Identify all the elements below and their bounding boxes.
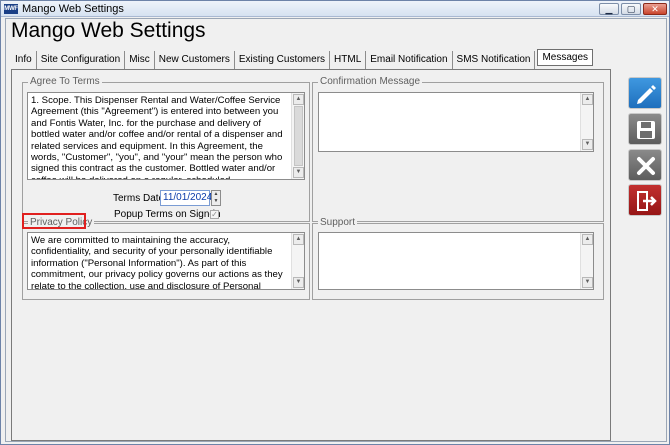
scroll-down-arrow-icon[interactable]: ▼ [293, 167, 304, 178]
terms-date-label: Terms Date [113, 193, 165, 204]
agree-to-terms-label: Agree To Terms [28, 76, 102, 87]
window-title: Mango Web Settings [22, 3, 124, 15]
scroll-up-arrow-icon[interactable]: ▲ [293, 94, 304, 105]
edit-button[interactable] [628, 77, 662, 109]
confirmation-message-scrollbar[interactable]: ▲ ▼ [580, 93, 593, 151]
support-textarea[interactable]: ▲ ▼ [318, 232, 594, 290]
spin-down-icon[interactable]: ▼ [212, 198, 220, 205]
support-label: Support [318, 217, 358, 228]
tab-info[interactable]: Info [11, 51, 37, 69]
agree-to-terms-textarea[interactable]: 1. Scope. This Dispenser Rental and Wate… [27, 92, 305, 180]
support-group: Support ▲ ▼ [312, 217, 604, 300]
privacy-policy-text: We are committed to maintaining the accu… [31, 235, 283, 290]
popup-terms-label: Popup Terms on Sign-in [114, 209, 221, 220]
save-button[interactable] [628, 113, 662, 145]
scroll-down-arrow-icon[interactable]: ▼ [293, 277, 304, 288]
privacy-policy-group: Privacy Policy We are committed to maint… [22, 217, 310, 300]
agree-to-terms-scrollbar[interactable]: ▲ ▼ [291, 93, 304, 179]
tab-sms-notification[interactable]: SMS Notification [453, 51, 536, 69]
page-title: Mango Web Settings [11, 19, 206, 42]
scroll-down-arrow-icon[interactable]: ▼ [582, 139, 593, 150]
tab-strip: Info Site Configuration Misc New Custome… [11, 49, 594, 69]
terms-date-input[interactable]: 11/01/2024 [160, 190, 212, 206]
tab-messages[interactable]: Messages [537, 49, 594, 66]
scroll-up-arrow-icon[interactable]: ▲ [582, 234, 593, 245]
agree-to-terms-text: 1. Scope. This Dispenser Rental and Wate… [31, 95, 283, 179]
tab-new-customers[interactable]: New Customers [155, 51, 235, 69]
confirmation-message-group: Confirmation Message ▲ ▼ [312, 76, 604, 222]
cancel-button[interactable] [628, 149, 662, 181]
tab-html[interactable]: HTML [330, 51, 367, 69]
title-bar: MWF Mango Web Settings ▁ ▢ ✕ [1, 1, 669, 17]
app-window: MWF Mango Web Settings ▁ ▢ ✕ Mango Web S… [0, 0, 670, 445]
tab-misc[interactable]: Misc [125, 51, 155, 69]
maximize-button[interactable]: ▢ [621, 3, 641, 15]
scroll-thumb[interactable] [294, 106, 303, 166]
support-scrollbar[interactable]: ▲ ▼ [580, 233, 593, 289]
tab-site-configuration[interactable]: Site Configuration [37, 51, 126, 69]
minimize-button[interactable]: ▁ [599, 3, 619, 15]
exit-door-icon [637, 191, 657, 211]
floppy-disk-icon [637, 121, 655, 139]
agree-to-terms-group: Agree To Terms 1. Scope. This Dispenser … [22, 76, 310, 222]
scroll-up-arrow-icon[interactable]: ▲ [582, 94, 593, 105]
app-logo-icon: MWF [4, 4, 18, 14]
messages-panel: Agree To Terms 1. Scope. This Dispenser … [11, 69, 611, 441]
confirmation-message-textarea[interactable]: ▲ ▼ [318, 92, 594, 152]
tab-existing-customers[interactable]: Existing Customers [235, 51, 331, 69]
confirmation-message-label: Confirmation Message [318, 76, 423, 87]
scroll-up-arrow-icon[interactable]: ▲ [293, 234, 304, 245]
x-icon [637, 157, 655, 175]
privacy-policy-scrollbar[interactable]: ▲ ▼ [291, 233, 304, 289]
tab-email-notification[interactable]: Email Notification [366, 51, 453, 69]
client-area: Mango Web Settings Info Site Configurati… [5, 18, 667, 442]
scroll-down-arrow-icon[interactable]: ▼ [582, 277, 593, 288]
exit-button[interactable] [628, 184, 662, 216]
pencil-icon [637, 85, 656, 104]
close-window-button[interactable]: ✕ [643, 3, 667, 15]
terms-date-spinner[interactable]: ▲ ▼ [211, 190, 221, 206]
popup-terms-checkbox[interactable]: ✓ [210, 210, 219, 219]
privacy-policy-highlight-box [22, 213, 86, 229]
spin-up-icon[interactable]: ▲ [212, 191, 220, 198]
privacy-policy-textarea[interactable]: We are committed to maintaining the accu… [27, 232, 305, 290]
